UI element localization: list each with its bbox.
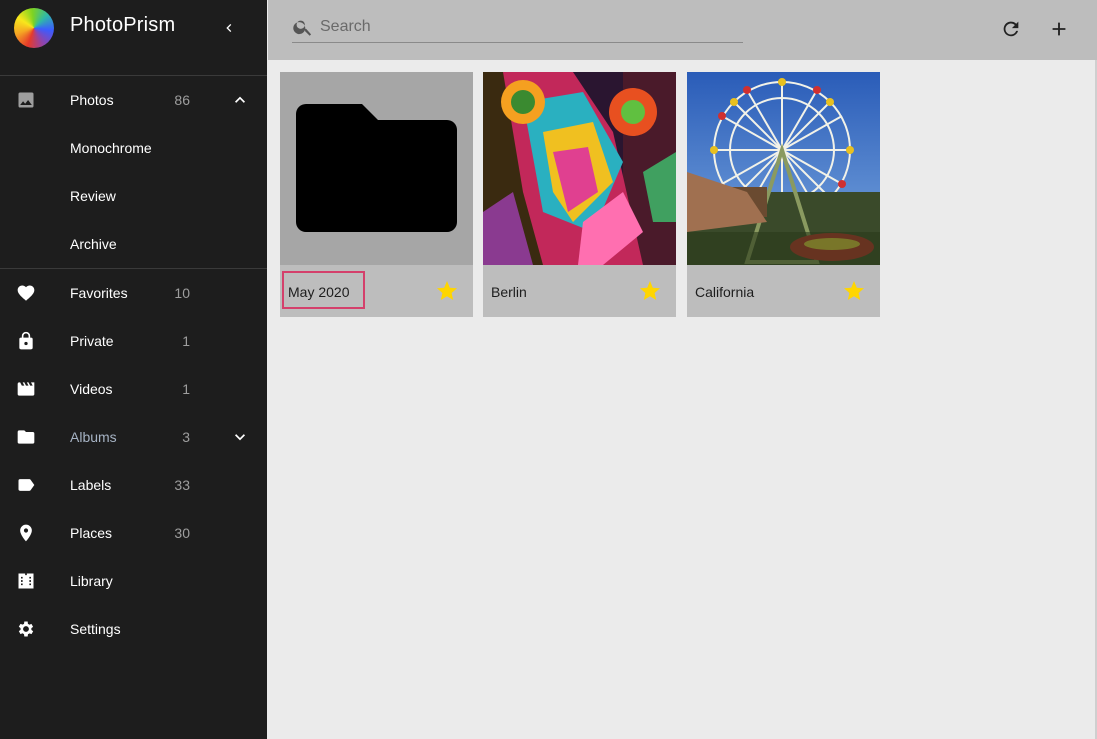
sidebar-item-labels[interactable]: Labels 33: [0, 461, 267, 509]
photoprism-logo[interactable]: [14, 8, 54, 48]
folder-icon: [16, 427, 36, 447]
graffiti-photo: [483, 72, 676, 265]
album-thumbnail[interactable]: [483, 72, 676, 265]
movie-icon: [16, 379, 36, 399]
sidebar: PhotoPrism Photos 86 Monochrome Review A…: [0, 0, 267, 739]
search-icon: [293, 20, 312, 36]
album-caption: May 2020: [280, 265, 473, 317]
album-caption: California: [687, 265, 880, 317]
album-title[interactable]: May 2020: [288, 284, 349, 300]
sidebar-item-label: Labels: [70, 477, 112, 493]
ferris-wheel-photo: [687, 72, 880, 265]
album-title[interactable]: Berlin: [491, 284, 527, 300]
refresh-button[interactable]: [998, 16, 1024, 42]
album-caption: Berlin: [483, 265, 676, 317]
search-field[interactable]: [292, 14, 743, 43]
sidebar-item-albums[interactable]: Albums 3: [0, 413, 267, 461]
album-title[interactable]: California: [695, 284, 754, 300]
album-card[interactable]: May 2020: [280, 72, 473, 317]
sidebar-item-label: Photos: [70, 92, 114, 108]
heart-icon: [16, 283, 36, 303]
place-icon: [16, 523, 36, 543]
album-card[interactable]: California: [687, 72, 880, 317]
album-thumbnail[interactable]: [687, 72, 880, 265]
sidebar-item-label: Albums: [70, 429, 117, 445]
sidebar-item-label: Settings: [70, 621, 121, 637]
sidebar-item-count: 86: [174, 92, 190, 108]
sidebar-item-label: Library: [70, 573, 113, 589]
lock-icon: [16, 331, 36, 351]
sidebar-item-review[interactable]: Review: [0, 172, 267, 220]
label-icon: [16, 475, 36, 495]
sidebar-item-favorites[interactable]: Favorites 10: [0, 269, 267, 317]
sidebar-item-label: Archive: [70, 236, 117, 252]
refresh-icon: [1003, 21, 1019, 37]
app-title: PhotoPrism: [70, 14, 176, 36]
collapse-sidebar-button[interactable]: [218, 17, 240, 39]
sidebar-item-library[interactable]: Library: [0, 557, 267, 605]
star-icon[interactable]: [638, 279, 662, 303]
sidebar-item-private[interactable]: Private 1: [0, 317, 267, 365]
sidebar-item-count: 1: [182, 381, 190, 397]
sidebar-item-label: Monochrome: [70, 140, 152, 156]
sidebar-item-photos[interactable]: Photos 86: [0, 76, 267, 124]
sidebar-item-label: Private: [70, 333, 114, 349]
image-icon: [16, 90, 36, 110]
toolbar: [268, 0, 1097, 60]
search-input[interactable]: [320, 14, 740, 40]
album-grid: May 2020 Berlin California: [268, 60, 1095, 739]
album-thumbnail[interactable]: [280, 72, 473, 265]
chevron-down-icon[interactable]: [230, 427, 250, 447]
sidebar-item-archive[interactable]: Archive: [0, 220, 267, 268]
sidebar-item-settings[interactable]: Settings: [0, 605, 267, 653]
gear-icon: [16, 619, 36, 639]
add-album-button[interactable]: [1046, 16, 1072, 42]
sidebar-item-count: 3: [182, 429, 190, 445]
sidebar-item-label: Review: [70, 188, 116, 204]
sidebar-item-count: 33: [174, 477, 190, 493]
sidebar-item-count: 1: [182, 333, 190, 349]
star-icon[interactable]: [842, 279, 866, 303]
folder-icon: [296, 104, 457, 232]
brand-header: PhotoPrism: [0, 0, 267, 60]
chevron-left-icon: [226, 24, 232, 32]
sidebar-item-places[interactable]: Places 30: [0, 509, 267, 557]
sidebar-item-label: Videos: [70, 381, 113, 397]
sidebar-item-label: Favorites: [70, 285, 128, 301]
sidebar-item-label: Places: [70, 525, 113, 541]
sidebar-item-monochrome[interactable]: Monochrome: [0, 124, 267, 172]
library-icon: [16, 571, 36, 591]
album-card[interactable]: Berlin: [483, 72, 676, 317]
chevron-up-icon[interactable]: [230, 90, 250, 110]
star-icon[interactable]: [435, 279, 459, 303]
sidebar-item-count: 10: [174, 285, 190, 301]
plus-icon: [1052, 22, 1066, 36]
sidebar-item-count: 30: [174, 525, 190, 541]
sidebar-item-videos[interactable]: Videos 1: [0, 365, 267, 413]
